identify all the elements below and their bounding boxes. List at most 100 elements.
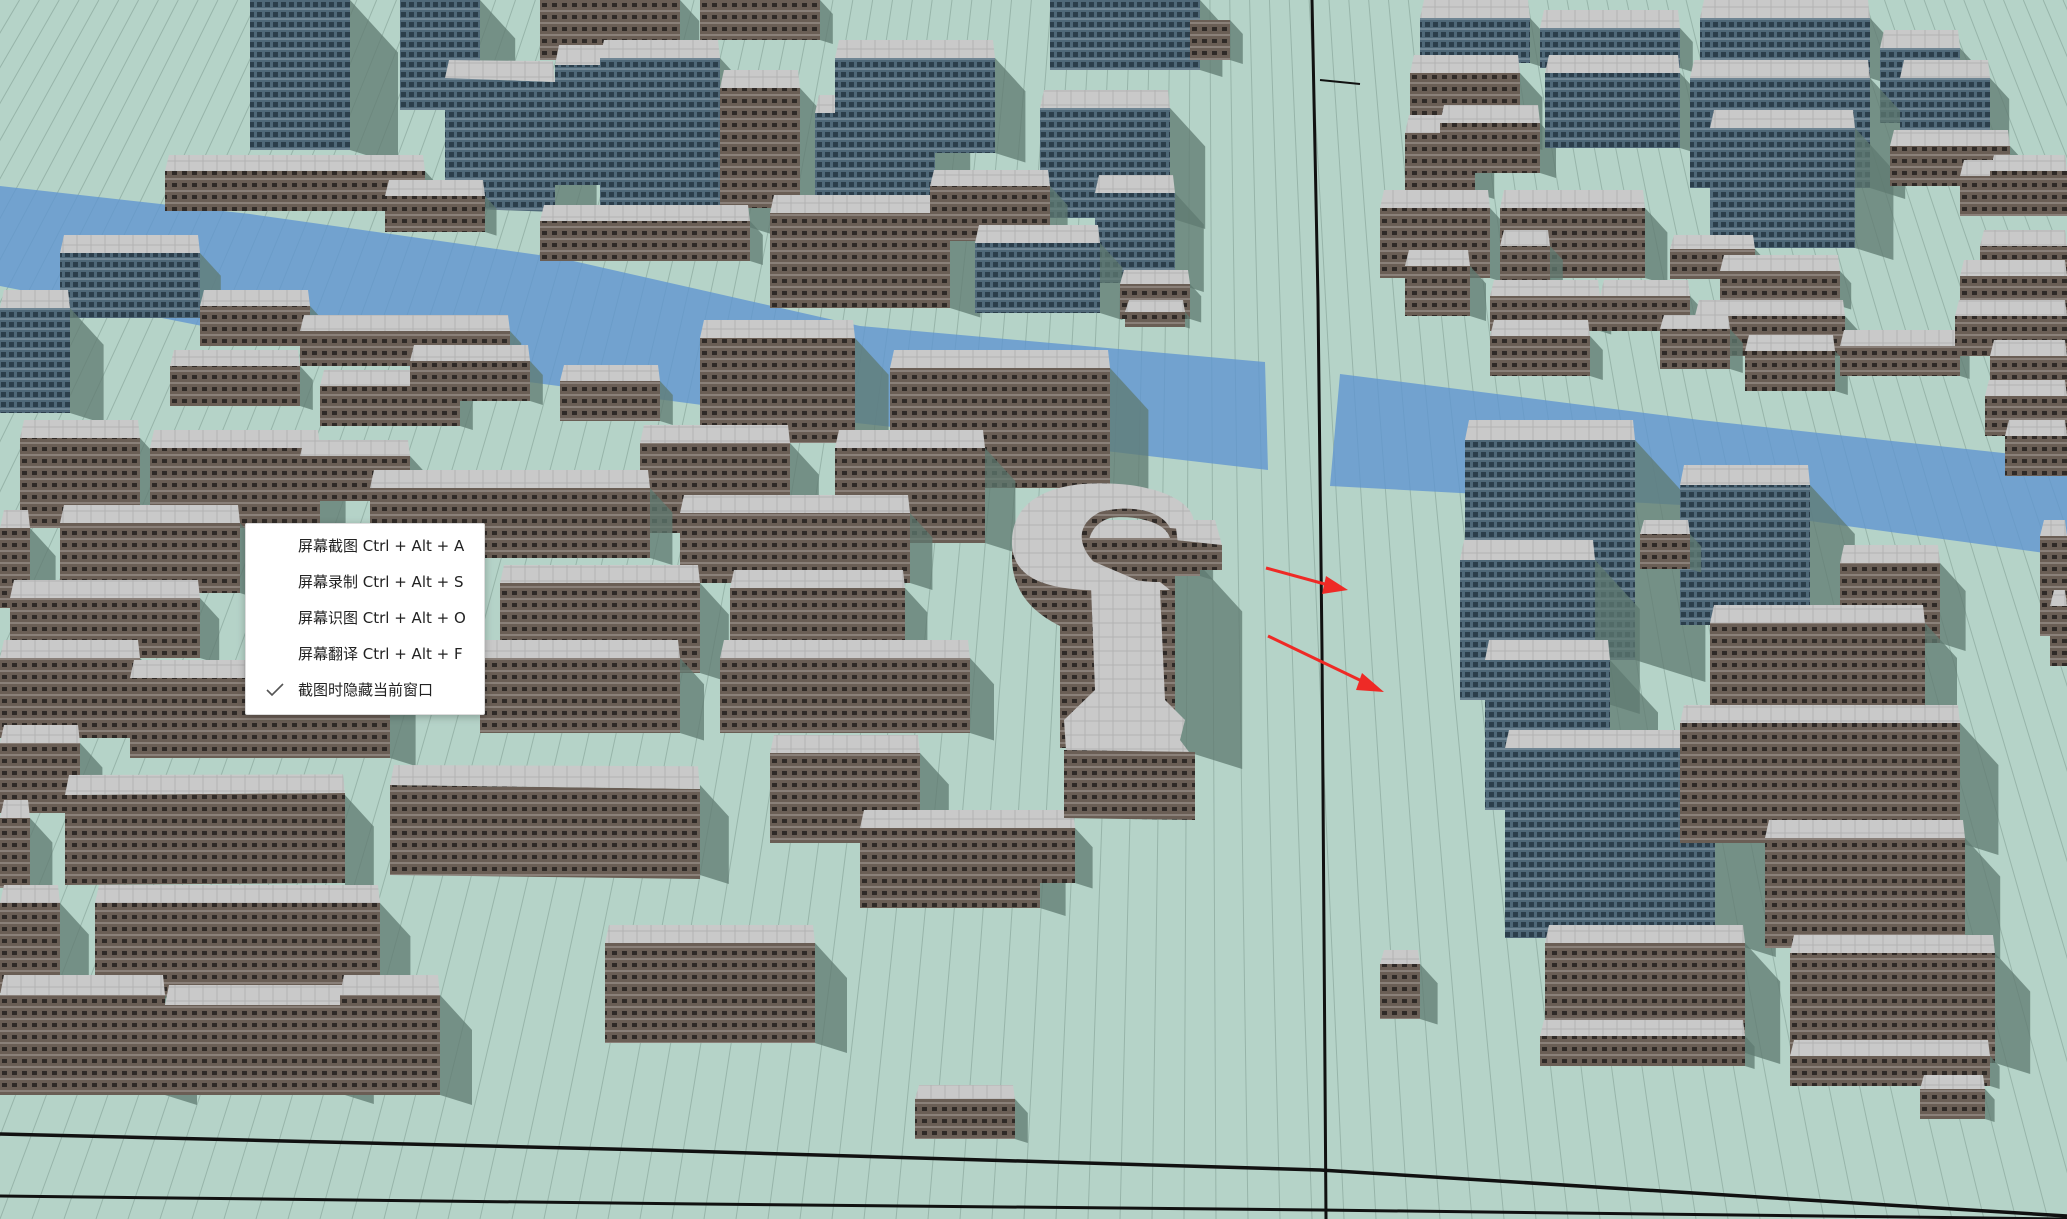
building-facade (835, 58, 995, 153)
building (390, 765, 729, 884)
menu-item-1[interactable]: 屏幕录制 Ctrl + Alt + S (246, 564, 484, 600)
building-roof (1545, 55, 1680, 73)
building-facade (60, 253, 200, 318)
menu-item-label: 屏幕识图 Ctrl + Alt + O (298, 609, 466, 627)
building-roof (680, 495, 910, 513)
building-roof (975, 225, 1100, 243)
building-roof (1490, 280, 1600, 296)
building-facade (1745, 351, 1835, 391)
building-roof (1120, 270, 1190, 284)
building-roof (1690, 60, 1870, 78)
menu-item-0[interactable]: 屏幕截图 Ctrl + Alt + A (246, 528, 484, 564)
building-roof (865, 810, 1075, 828)
building-roof (1660, 315, 1730, 329)
building-roof (605, 925, 815, 943)
building-roof (1420, 0, 1530, 18)
building-roof (2005, 420, 2067, 436)
building-facade (1545, 73, 1680, 148)
building-facade (1405, 266, 1470, 316)
building-roof (1900, 60, 1990, 78)
building (480, 640, 704, 741)
menu-item-label: 屏幕翻译 Ctrl + Alt + F (298, 645, 463, 663)
building-roof (1745, 335, 1835, 351)
building-facade (0, 818, 30, 888)
building-facade (1190, 20, 1230, 60)
building-facade (720, 658, 970, 733)
building-roof (1880, 30, 1960, 48)
building-roof (0, 290, 70, 308)
building-facade (2005, 436, 2067, 476)
building-roof (730, 570, 905, 588)
building-roof (480, 640, 680, 658)
building-roof (1600, 280, 1690, 296)
building-facade (250, 0, 350, 150)
building-roof (1485, 640, 1610, 660)
building-roof (20, 420, 140, 438)
building-roof (1790, 1040, 1990, 1056)
building (1990, 155, 2067, 211)
building (1440, 105, 1556, 178)
building-facade (200, 306, 310, 346)
building-roof (1540, 1020, 1745, 1036)
building (410, 345, 543, 405)
building (2005, 420, 2067, 476)
building (720, 640, 994, 741)
menu-item-4[interactable]: 截图时隐藏当前窗口 (246, 672, 484, 708)
menu-item-label: 屏幕截图 Ctrl + Alt + A (298, 537, 465, 555)
building-facade (1490, 336, 1590, 376)
building-facade (170, 366, 300, 406)
menu-item-3[interactable]: 屏幕翻译 Ctrl + Alt + F (246, 636, 484, 672)
building-roof (1680, 705, 1960, 723)
building-roof (150, 430, 320, 448)
building (1920, 1075, 1995, 1122)
building-roof (915, 1085, 1015, 1099)
building-roof (65, 774, 345, 795)
building-roof (560, 365, 660, 381)
building-facade (605, 943, 815, 1043)
building-roof (300, 440, 410, 456)
building-roof (600, 40, 720, 58)
building (1840, 330, 1970, 379)
building-roof (1955, 300, 2067, 316)
building-facade (2050, 606, 2067, 666)
building-facade (1710, 128, 1855, 248)
building-roof (0, 885, 60, 903)
building-roof (1990, 340, 2067, 356)
building-roof (1465, 420, 1635, 440)
building (1490, 320, 1603, 380)
building (560, 365, 673, 425)
building-facade (1990, 171, 2067, 211)
building-roof (60, 235, 200, 253)
menu-item-2[interactable]: 屏幕识图 Ctrl + Alt + O (246, 600, 484, 636)
building (1540, 1020, 1755, 1069)
building-roof (1460, 540, 1595, 560)
building-roof (1410, 55, 1520, 73)
building (540, 205, 763, 265)
building-roof (500, 565, 700, 583)
building-roof (1125, 300, 1185, 312)
building-roof (95, 885, 380, 903)
building-roof (1765, 820, 1965, 838)
building-facade (0, 308, 70, 413)
building (385, 180, 497, 236)
building-roof (1540, 10, 1680, 28)
building-roof (1990, 155, 2067, 171)
building-roof (0, 800, 30, 818)
building-roof (1545, 925, 1745, 943)
building-roof (165, 155, 425, 171)
building (605, 925, 847, 1053)
building-facade (1380, 964, 1420, 1019)
building-roof (1380, 190, 1490, 208)
building-facade (540, 221, 750, 261)
building-facade (340, 995, 440, 1095)
building-roof (1405, 250, 1470, 266)
building-roof (170, 350, 300, 366)
building (1745, 335, 1848, 395)
building-roof (1710, 110, 1855, 128)
building-roof (1670, 235, 1755, 249)
building-roof (1500, 230, 1550, 246)
building-roof (890, 350, 1110, 368)
building-roof (1440, 105, 1540, 123)
city-viewport[interactable]: 屏幕截图 Ctrl + Alt + A 屏幕录制 Ctrl + Alt + S 屏幕… (0, 0, 2067, 1219)
context-menu[interactable]: 屏幕截图 Ctrl + Alt + A 屏幕录制 Ctrl + Alt + S 屏幕… (245, 523, 485, 715)
